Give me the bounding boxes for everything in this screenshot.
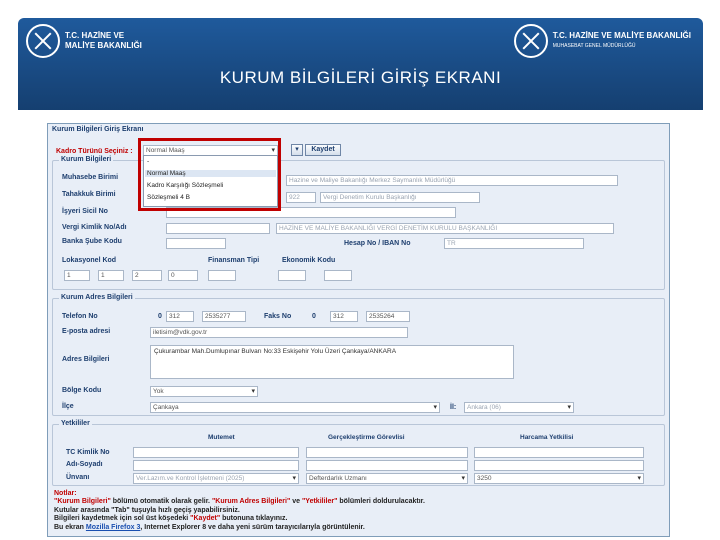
lokasyonel-field-1: 1 — [64, 270, 90, 281]
eposta-field[interactable]: iletisim@vdk.gov.tr — [150, 327, 408, 338]
banka-field[interactable] — [166, 238, 226, 249]
telefon-no-field[interactable]: 2535277 — [202, 311, 246, 322]
muhasebe-label: Muhasebe Birimi — [62, 174, 119, 181]
ilce-label: İlçe — [62, 403, 74, 410]
harcama-unvan-select[interactable]: 3250 — [474, 473, 644, 484]
gercek-ad-field[interactable] — [306, 460, 468, 471]
banka-label: Banka Şube Kodu — [62, 238, 122, 245]
isyeri-label: İşyeri Sicil No — [62, 208, 108, 215]
note-text-4: Bilgileri kaydetmek için sol üst köşedek… — [54, 515, 191, 523]
header-banner: T.C. HAZİNE VE MALİYE BAKANLIĞI T.C. HAZ… — [18, 18, 703, 110]
faks-prefix: 0 — [312, 313, 316, 320]
note-text-5: butonuna tıklayınız. — [220, 515, 288, 523]
note-line-3: Bilgileri kaydetmek için sol üst köşedek… — [54, 515, 425, 523]
note-text-1: bölümü otomatik olarak gelir. — [110, 498, 212, 506]
page-title: KURUM BİLGİLERİ GİRİŞ EKRANI — [219, 68, 502, 87]
isyeri-field[interactable] — [166, 207, 456, 218]
left-logo-line1: T.C. HAZİNE VE — [65, 31, 125, 40]
gercek-tc-field[interactable] — [306, 447, 468, 458]
tc-label: TC Kimlik No — [66, 449, 110, 456]
firefox-link[interactable]: Mozilla Firefox 3 — [86, 524, 140, 531]
vergi-name-field: HAZİNE VE MALİYE BAKANLIĞI VERGİ DENETİM… — [276, 223, 614, 234]
mutemet-unvan-select[interactable]: Ver.Lazım.ve Kontrol İşletmeni (2025) — [133, 473, 299, 484]
right-logo-line1: T.C. HAZİNE VE MALİYE BAKANLIĞI — [552, 31, 691, 40]
faks-label: Faks No — [264, 313, 292, 320]
muhasebe-name-field: Hazine ve Maliye Bakanlığı Merkez Sayman… — [286, 175, 618, 186]
tahakkuk-name-field: Vergi Denetim Kurulu Başkanlığı — [320, 192, 480, 203]
harcama-tc-field[interactable] — [474, 447, 644, 458]
right-logo-line2: MUHASEBAT GENEL MÜDÜRLÜĞÜ — [552, 43, 636, 49]
note-kaydet: "Kaydet" — [190, 515, 221, 523]
mutemet-tc-field[interactable] — [133, 447, 299, 458]
note-line-2: Kutular arasında "Tab" tuşuyla hızlı geç… — [54, 507, 425, 515]
form-frame: Kurum Bilgileri Giriş Ekranı Kadro Türün… — [47, 123, 670, 537]
ilce-select[interactable]: Çankaya — [150, 402, 440, 413]
notes-title: Notlar: — [54, 490, 77, 497]
note-text-3: bölümleri doldurulacaktır. — [337, 498, 425, 506]
tahakkuk-code-field: 922 — [286, 192, 316, 203]
harcama-ad-field[interactable] — [474, 460, 644, 471]
ekonomik-label: Ekonomik Kodu — [282, 257, 336, 264]
adres-textarea[interactable]: Çukurambar Mah.Dumlupınar Bulvarı No:33 … — [150, 345, 514, 379]
yetkililer-title: Yetkililer — [59, 420, 92, 427]
frame-title: Kurum Bilgileri Giriş Ekranı — [52, 126, 144, 133]
col-gerceklestirme: Gerçekleştirme Görevlisi — [328, 434, 405, 441]
note-text-6: Bu ekran — [54, 523, 86, 531]
note-line-4: Bu ekran Mozilla Firefox 3, Internet Exp… — [54, 524, 425, 532]
kadro-option-kadro-karsiligi[interactable]: Kadro Karşılığı Sözleşmeli — [147, 182, 223, 189]
telefon-zero: 0 — [158, 313, 162, 320]
kadro-dropdown-arrow-icon[interactable]: ▾ — [291, 144, 303, 156]
kurum-bilgileri-title: Kurum Bilgileri — [59, 156, 114, 163]
lokasyonel-field-3: 2 — [132, 270, 162, 281]
lokasyonel-field-4: 0 — [168, 270, 198, 281]
note-kurum-adres: "Kurum Adres Bilgileri" — [211, 498, 291, 506]
iban-field[interactable]: TR — [444, 238, 584, 249]
ekonomik-field-2 — [324, 270, 352, 281]
kadro-option-empty[interactable]: - — [147, 158, 149, 165]
il-label: İl: — [450, 404, 457, 411]
note-line-1: "Kurum Bilgileri" bölümü otomatik olarak… — [54, 498, 425, 506]
bolge-label: Bölge Kodu — [62, 387, 102, 394]
col-harcama: Harcama Yetkilisi — [520, 434, 574, 441]
note-text-7: , Internet Explorer 8 ve daha yeni sürüm… — [140, 523, 365, 531]
ekonomik-field-1 — [278, 270, 306, 281]
telefon-code-field[interactable]: 312 — [166, 311, 194, 322]
note-yetkililer: "Yetkililer" — [301, 498, 338, 506]
note-tab-text: Kutular arasında "Tab" tuşuyla hızlı geç… — [54, 506, 240, 514]
note-text-2: ve — [290, 498, 302, 506]
kadro-label: Kadro Türünü Seçiniz : — [56, 148, 133, 155]
lokasyonel-field-2: 1 — [98, 270, 124, 281]
faks-no-field[interactable]: 2535264 — [366, 311, 410, 322]
finansman-label: Finansman Tipi — [208, 257, 260, 264]
il-select[interactable]: Ankara (06) — [464, 402, 574, 413]
eposta-label: E-posta adresi — [62, 328, 111, 335]
left-logo-line2: MALİYE BAKANLIĞI — [65, 41, 142, 50]
telefon-label: Telefon No — [62, 313, 98, 320]
kadro-option-normal[interactable]: Normal Maaş — [145, 170, 276, 177]
faks-code-field[interactable]: 312 — [330, 311, 358, 322]
vergi-label: Vergi Kimlik No/Adı — [62, 224, 127, 231]
notes-section: Notlar: "Kurum Bilgileri" bölümü otomati… — [54, 490, 425, 532]
adres-title: Kurum Adres Bilgileri — [59, 294, 135, 301]
vergi-no-field[interactable] — [166, 223, 270, 234]
finansman-field — [208, 270, 236, 281]
left-logo: T.C. HAZİNE VE MALİYE BAKANLIĞI — [26, 24, 142, 58]
lokasyonel-label: Lokasyonel Kod — [62, 257, 117, 264]
right-logo: T.C. HAZİNE VE MALİYE BAKANLIĞI MUHASEBA… — [513, 24, 691, 58]
mutemet-ad-field[interactable] — [133, 460, 299, 471]
adsoyad-label: Adı-Soyadı — [66, 461, 103, 468]
hesap-label: Hesap No / IBAN No — [344, 240, 411, 247]
gercek-unvan-select[interactable]: Defterdarlık Uzmanı — [306, 473, 468, 484]
note-kurum-bilgileri: "Kurum Bilgileri" — [54, 498, 111, 506]
col-mutemet: Mutemet — [208, 434, 235, 441]
ministry-emblem-icon — [26, 24, 60, 58]
bolge-select[interactable]: Yok — [150, 386, 258, 397]
kadro-dropdown-list: - Normal Maaş Kadro Karşılığı Sözleşmeli… — [143, 155, 278, 207]
adres-label: Adres Bilgileri — [62, 356, 110, 363]
unvan-label: Ünvanı — [66, 474, 90, 481]
tahakkuk-label: Tahakkuk Birimi — [62, 191, 116, 198]
kadro-option-4b[interactable]: Sözleşmeli 4 B — [147, 194, 190, 201]
ministry-emblem-icon — [513, 24, 548, 58]
save-button[interactable]: Kaydet — [305, 144, 341, 156]
